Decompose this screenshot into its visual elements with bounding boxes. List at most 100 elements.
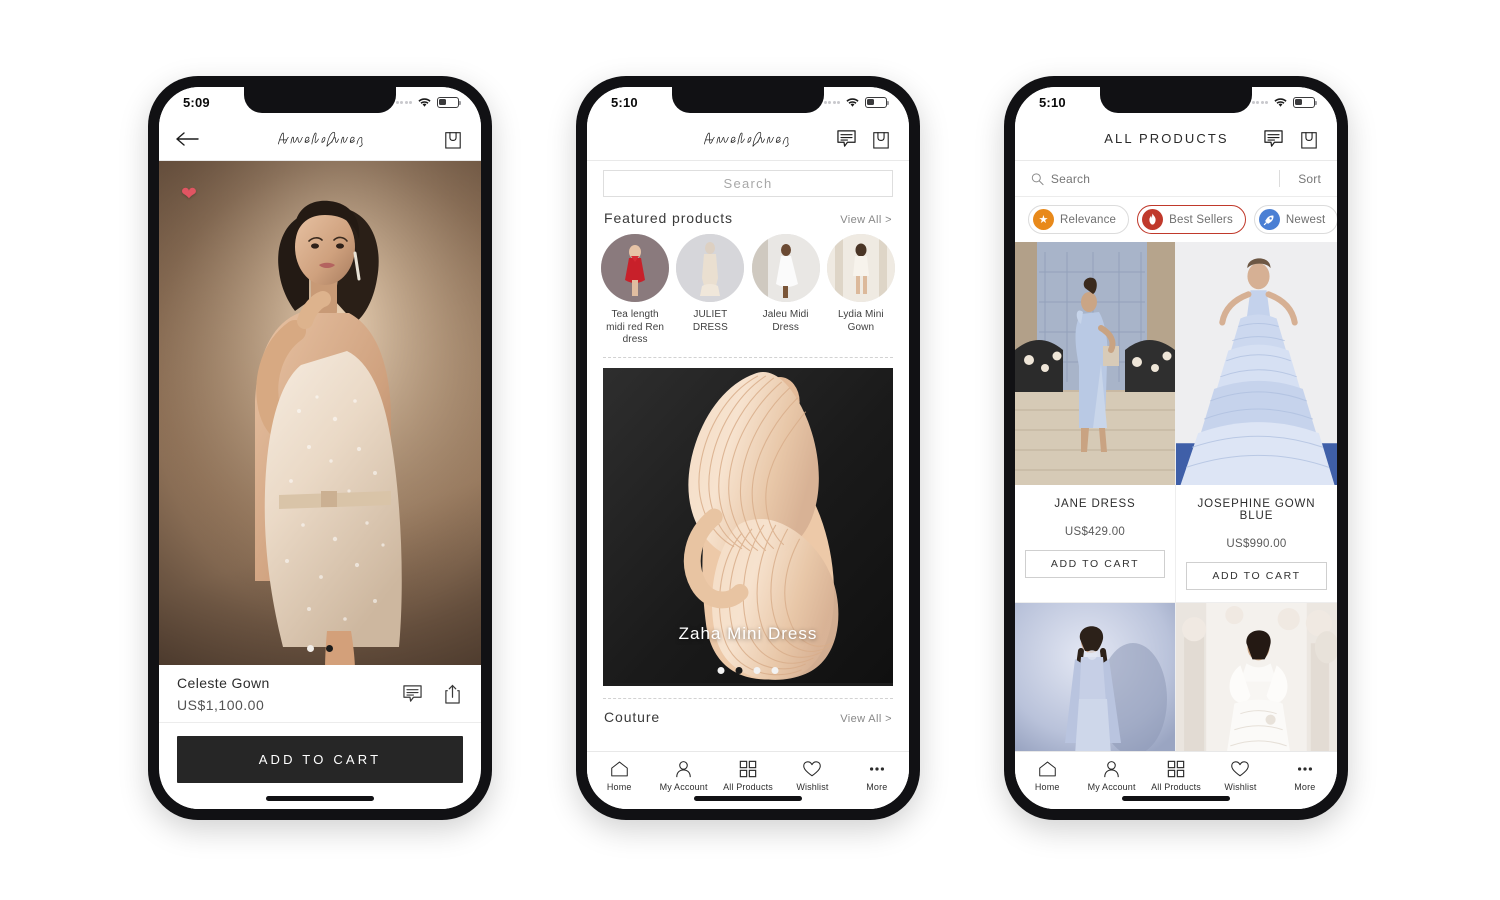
shopping-bag-icon[interactable] (442, 128, 464, 150)
brand-logo (277, 131, 363, 147)
product-price: US$429.00 (1064, 526, 1126, 538)
featured-item[interactable]: Lydia Mini Gown (826, 234, 895, 347)
product-body: JOSEPHINE GOWN BLUE US$990.00 ADD TO CAR… (1176, 485, 1337, 602)
search-input[interactable] (603, 170, 893, 197)
chat-bubble-icon[interactable] (1263, 128, 1285, 150)
featured-item[interactable]: Tea length midi red Ren dress (601, 234, 670, 347)
juliet-dress-thumb (676, 234, 745, 302)
search-left (1031, 171, 1280, 186)
cellular-dots-icon (395, 100, 412, 104)
shopping-bag-icon[interactable] (1298, 128, 1320, 150)
product-grid: JANE DRESS US$429.00 ADD TO CART JOSEPHI… (1015, 242, 1337, 751)
grid-icon (1167, 759, 1185, 778)
chip-newest[interactable]: Newest (1253, 205, 1337, 234)
jaleu-midi-thumb (751, 234, 820, 302)
chip-best-sellers[interactable]: Best Sellers (1137, 205, 1246, 234)
model-figure-illustration (159, 161, 481, 665)
screen-product-detail: 5:09 ❤ Celeste Gown US$1,100.00 ADD TO C… (159, 87, 481, 809)
tab-home[interactable]: Home (587, 759, 651, 792)
chip-label: Best Sellers (1169, 213, 1233, 226)
product-name: JANE DRESS (1054, 498, 1136, 510)
shopping-bag-icon[interactable] (870, 128, 892, 150)
person-icon (1102, 759, 1121, 778)
product-card[interactable]: JOSEPHINE GOWN BLUE US$990.00 ADD TO CAR… (1176, 242, 1337, 603)
chat-bubble-icon[interactable] (401, 683, 423, 705)
screen-home: 5:10 Search Featured products View All >… (587, 87, 909, 809)
hero-dot[interactable] (326, 645, 333, 652)
add-to-cart-button[interactable]: ADD TO CART (1025, 550, 1165, 578)
product-image[interactable] (1176, 242, 1337, 485)
product-card[interactable] (1015, 603, 1176, 751)
tab-label: Home (1034, 782, 1060, 792)
wifi-icon (418, 97, 431, 107)
status-time: 5:10 (1039, 94, 1066, 110)
banner-dot[interactable] (717, 666, 725, 674)
red-dress-thumb (601, 234, 670, 302)
ellipsis-icon (867, 759, 887, 778)
product-image[interactable] (1015, 603, 1175, 751)
home-icon (1038, 759, 1057, 778)
tab-all-products[interactable]: All Products (1144, 759, 1208, 792)
chat-bubble-icon[interactable] (835, 128, 857, 150)
banner-dot[interactable] (735, 666, 743, 674)
banner-dot[interactable] (753, 666, 761, 674)
tab-more[interactable]: More (1273, 759, 1337, 792)
tab-my-account[interactable]: My Account (651, 759, 715, 792)
tab-my-account[interactable]: My Account (1079, 759, 1143, 792)
header-icons (835, 128, 892, 150)
app-header (587, 117, 909, 161)
product-price: US$1,100.00 (177, 696, 265, 713)
home-indicator (694, 796, 802, 801)
tab-home[interactable]: Home (1015, 759, 1079, 792)
star-icon: ★ (1033, 209, 1054, 230)
product-card[interactable]: JANE DRESS US$429.00 ADD TO CART (1015, 242, 1176, 603)
tab-wishlist[interactable]: Wishlist (1208, 759, 1272, 792)
tab-label: Home (606, 782, 632, 792)
banner-dot[interactable] (771, 666, 779, 674)
add-to-cart-button[interactable]: ADD TO CART (1186, 562, 1327, 590)
tab-label: Wishlist (1224, 782, 1257, 792)
product-photo-4 (1176, 603, 1337, 751)
featured-section-header: Featured products View All > (587, 203, 909, 234)
product-hero-image[interactable]: ❤ (159, 161, 481, 665)
search-input[interactable] (1050, 171, 1280, 186)
search-divider (1279, 170, 1281, 187)
share-icon[interactable] (441, 683, 463, 705)
banner-carousel-dots[interactable] (717, 666, 779, 674)
product-image[interactable] (1015, 242, 1175, 485)
cellular-dots-icon (1251, 100, 1268, 104)
hero-carousel-dots[interactable] (307, 645, 333, 652)
tab-more[interactable]: More (845, 759, 909, 792)
featured-view-all[interactable]: View All > (840, 214, 892, 226)
product-actions (401, 683, 463, 705)
chip-relevance[interactable]: ★ Relevance (1028, 205, 1130, 234)
home-scroll-body: Featured products View All > (587, 161, 909, 751)
hero-dot[interactable] (307, 645, 314, 652)
tab-wishlist[interactable]: Wishlist (780, 759, 844, 792)
featured-item[interactable]: Jaleu Midi Dress (751, 234, 820, 347)
tab-label: My Account (659, 782, 708, 792)
battery-icon (1293, 96, 1318, 108)
product-card[interactable] (1176, 603, 1337, 751)
home-indicator (266, 796, 374, 801)
tab-label: Wishlist (796, 782, 829, 792)
app-header (159, 117, 481, 161)
product-image[interactable] (1176, 603, 1337, 751)
heart-icon[interactable]: ❤ (181, 185, 197, 204)
person-icon (674, 759, 693, 778)
featured-item[interactable]: JULIET DRESS (676, 234, 745, 347)
couture-title: Couture (604, 708, 661, 725)
tab-label: More (866, 782, 888, 792)
add-to-cart-button[interactable]: ADD TO CART (177, 736, 463, 783)
phone-home: 5:10 Search Featured products View All >… (576, 76, 920, 820)
sort-button[interactable]: Sort (1298, 172, 1321, 186)
back-arrow-icon[interactable] (176, 131, 200, 147)
couture-view-all[interactable]: View All > (840, 713, 892, 725)
product-info-bar: Celeste Gown US$1,100.00 (159, 665, 481, 723)
tab-label: All Products (1151, 782, 1201, 792)
tab-all-products[interactable]: All Products (716, 759, 780, 792)
grid-icon (739, 759, 757, 778)
promo-banner[interactable]: Zaha Mini Dress (603, 367, 893, 686)
tab-label: My Account (1087, 782, 1136, 792)
status-time: 5:09 (183, 94, 210, 110)
